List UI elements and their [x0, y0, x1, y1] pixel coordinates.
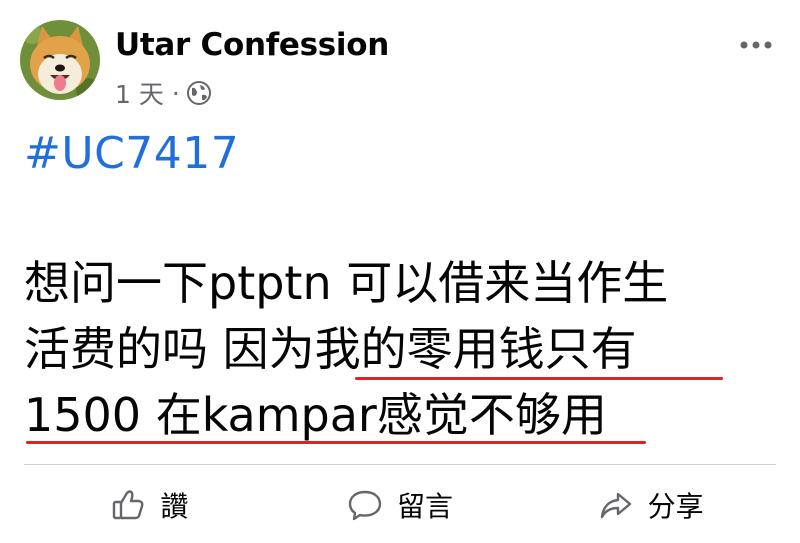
- like-button[interactable]: 讚: [24, 475, 275, 535]
- page-name[interactable]: Utar Confession: [115, 27, 389, 63]
- hashtag-link[interactable]: #UC7417: [24, 128, 239, 179]
- speech-bubble-icon: [348, 490, 382, 521]
- comment-button[interactable]: 留言: [275, 475, 526, 535]
- comment-label: 留言: [397, 490, 454, 523]
- post-meta: 1 天 ·: [115, 75, 212, 111]
- more-options-icon: [740, 41, 772, 49]
- red-underline-annotation: [355, 377, 723, 380]
- share-label: 分享: [647, 490, 704, 523]
- avatar[interactable]: [20, 20, 100, 100]
- post-body: 想问一下ptptn 可以借来当作生 活费的吗 因为我的零用钱只有 1500 在k…: [24, 250, 764, 448]
- more-options-button[interactable]: [736, 30, 776, 60]
- thumbs-up-icon: [113, 490, 144, 520]
- red-underline-annotation: [26, 441, 646, 444]
- post-body-line-3: 1500 在kampar感觉不够用: [24, 388, 607, 442]
- meta-separator: ·: [171, 78, 180, 108]
- share-button[interactable]: 分享: [525, 475, 776, 535]
- globe-icon: [186, 80, 212, 106]
- action-bar: 讚 留言 分享: [24, 470, 776, 540]
- post-body-line-1: 想问一下ptptn 可以借来当作生: [24, 256, 669, 310]
- share-arrow-icon: [600, 492, 631, 519]
- post-body-line-2: 活费的吗 因为我的零用钱只有: [24, 322, 637, 376]
- post-timestamp[interactable]: 1 天: [115, 75, 164, 111]
- facebook-post: Utar Confession 1 天 · #UC7417 想问一下ptptn …: [0, 0, 800, 543]
- like-label: 讚: [160, 490, 189, 523]
- shiba-dog-avatar-image: [20, 20, 100, 100]
- action-bar-divider: [24, 464, 776, 465]
